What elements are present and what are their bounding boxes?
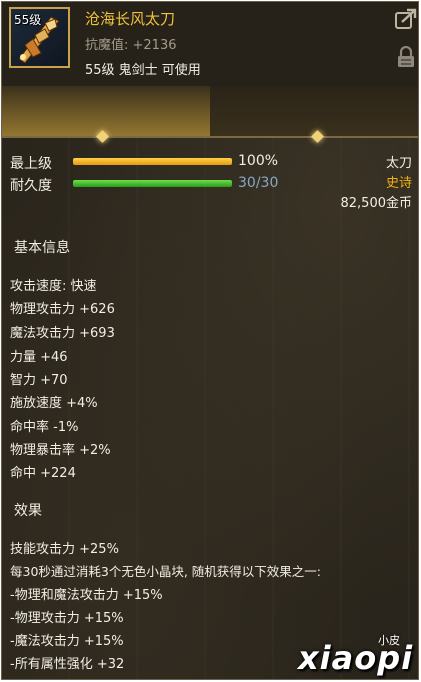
upgrade-bar [73, 158, 232, 165]
upgrade-bar-fill [73, 158, 232, 165]
effect-line: -物理攻击力 +15% [10, 611, 124, 626]
upgrade-value: 100% [238, 153, 279, 169]
basic-info-line: 力量 +46 [10, 350, 68, 365]
header-divider [2, 136, 418, 138]
durability-value: 30/30 [238, 175, 279, 191]
rarity-label: 史诗 [385, 176, 412, 191]
item-tooltip: 55级 沧海长风太刀 抗魔值: +2136 55级 鬼剑士 可使用 最上级 10… [1, 1, 419, 680]
effects-title: 效果 [14, 503, 42, 519]
item-price: 82,500金币 [340, 196, 413, 211]
basic-info-line: 命中 +224 [10, 466, 76, 481]
effect-line: 技能攻击力 +25% [10, 542, 119, 557]
tooltip-header: 55级 沧海长风太刀 抗魔值: +2136 55级 鬼剑士 可使用 [2, 2, 418, 86]
effect-line: -所有属性强化 +32 [10, 657, 125, 672]
effect-line: 每30秒通过消耗3个无色小晶块, 随机获得以下效果之一: [10, 564, 322, 579]
rarity-glow [2, 86, 210, 138]
share-icon[interactable] [394, 8, 418, 30]
basic-info-line: 物理攻击力 +626 [10, 302, 115, 317]
item-level-badge: 55级 [14, 13, 42, 27]
effect-line: -物理和魔法攻击力 +15% [10, 588, 163, 603]
resist-value: 抗魔值: +2136 [85, 38, 177, 53]
lock-icon[interactable] [394, 46, 418, 68]
basic-info-title: 基本信息 [14, 240, 70, 256]
item-icon-slot[interactable]: 55级 [9, 7, 70, 68]
upgrade-label: 最上级 [10, 156, 52, 172]
basic-info-line: 魔法攻击力 +693 [10, 326, 115, 341]
basic-info-line: 物理暴击率 +2% [10, 443, 111, 458]
rarity-banner [2, 86, 418, 138]
basic-info-line: 攻击速度: 快速 [10, 279, 97, 294]
basic-info-line: 命中率 -1% [10, 420, 79, 435]
watermark-logo: xiaopi [298, 639, 414, 677]
basic-info-line: 施放速度 +4% [10, 396, 98, 411]
weapon-type: 太刀 [385, 156, 412, 171]
durability-bar [73, 180, 232, 187]
effect-line: -魔法攻击力 +15% [10, 634, 124, 649]
item-requirement: 55级 鬼剑士 可使用 [85, 63, 201, 78]
basic-info-line: 智力 +70 [10, 373, 68, 388]
durability-bar-fill [73, 180, 232, 187]
item-name: 沧海长风太刀 [85, 10, 176, 28]
durability-label: 耐久度 [10, 178, 52, 194]
